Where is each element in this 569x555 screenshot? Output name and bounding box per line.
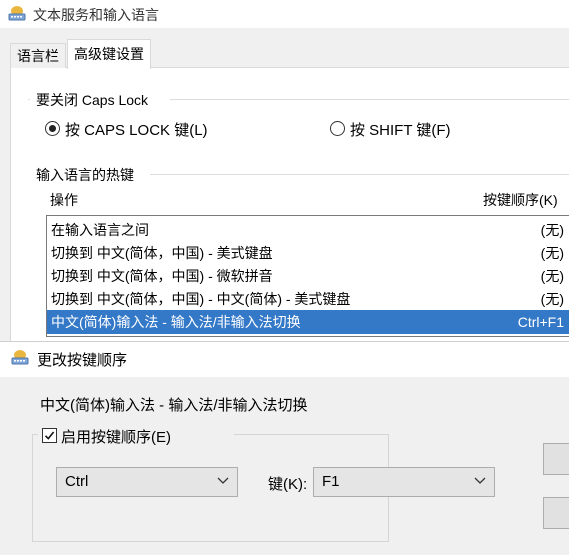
dialog-description: 中文(简体)输入法 - 输入法/非输入法切换 — [40, 397, 308, 414]
cancel-button[interactable] — [543, 497, 569, 529]
group-divider — [170, 99, 569, 100]
keyboard-globe-icon — [11, 350, 29, 365]
list-item[interactable]: 切换到 中文(简体，中国) - 微软拼音 (无) — [47, 264, 569, 288]
list-item[interactable]: 切换到 中文(简体，中国) - 中文(简体) - 美式键盘 (无) — [47, 287, 569, 311]
enable-sequence-checkbox[interactable] — [42, 428, 57, 443]
list-item-keys: (无) — [540, 291, 564, 307]
caps-lock-radio[interactable] — [45, 121, 60, 136]
list-item-action: 切换到 中文(简体，中国) - 微软拼音 — [51, 268, 273, 284]
caps-lock-group-label: 要关闭 Caps Lock — [36, 90, 153, 110]
key-select[interactable]: F1 — [313, 467, 495, 497]
list-item-action: 切换到 中文(简体，中国) - 中文(简体) - 美式键盘 — [51, 291, 351, 307]
list-item-keys: Ctrl+F1 — [517, 314, 564, 330]
column-header-action: 操作 — [50, 192, 78, 208]
hotkeys-group-label: 输入语言的热键 — [36, 165, 138, 185]
keyboard-globe-icon — [8, 6, 26, 21]
chevron-down-icon — [217, 477, 229, 484]
list-item-keys: (无) — [540, 268, 564, 284]
tab-advanced-key-settings[interactable]: 高级键设置 — [67, 39, 151, 69]
caps-lock-option-label[interactable]: 按 CAPS LOCK 键(L) — [65, 119, 208, 140]
key-label: 键(K): — [268, 476, 308, 493]
shift-option-label[interactable]: 按 SHIFT 键(F) — [350, 119, 451, 140]
radio-dot — [49, 125, 56, 132]
list-item[interactable]: 在输入语言之间 (无) — [47, 218, 569, 242]
list-item-action: 在输入语言之间 — [51, 222, 149, 238]
hotkey-list[interactable]: 在输入语言之间 (无) 切换到 中文(简体，中国) - 美式键盘 (无) 切换到… — [46, 215, 569, 337]
tab-language-bar[interactable]: 语言栏 — [10, 43, 66, 68]
modifier-select[interactable]: Ctrl — [56, 467, 238, 497]
group-divider — [28, 99, 30, 100]
enable-sequence-label[interactable]: 启用按键顺序(E) — [61, 426, 171, 447]
group-divider — [150, 174, 569, 175]
column-header-keys: 按键顺序(K) — [483, 192, 558, 208]
key-value: F1 — [322, 473, 340, 490]
window-title: 文本服务和输入语言 — [33, 7, 159, 23]
shift-radio[interactable] — [330, 121, 345, 136]
list-item-action: 中文(简体)输入法 - 输入法/非输入法切换 — [51, 314, 301, 330]
chevron-down-icon — [474, 477, 486, 484]
list-item-selected[interactable]: 中文(简体)输入法 - 输入法/非输入法切换 Ctrl+F1 — [47, 310, 569, 334]
list-item-keys: (无) — [540, 245, 564, 261]
ok-button[interactable] — [543, 443, 569, 475]
modifier-value: Ctrl — [65, 473, 89, 490]
checkmark-icon — [44, 431, 55, 440]
dialog-title: 更改按键顺序 — [37, 352, 128, 369]
list-item-action: 切换到 中文(简体，中国) - 美式键盘 — [51, 245, 273, 261]
list-item-keys: (无) — [540, 222, 564, 238]
list-item[interactable]: 切换到 中文(简体，中国) - 美式键盘 (无) — [47, 241, 569, 265]
